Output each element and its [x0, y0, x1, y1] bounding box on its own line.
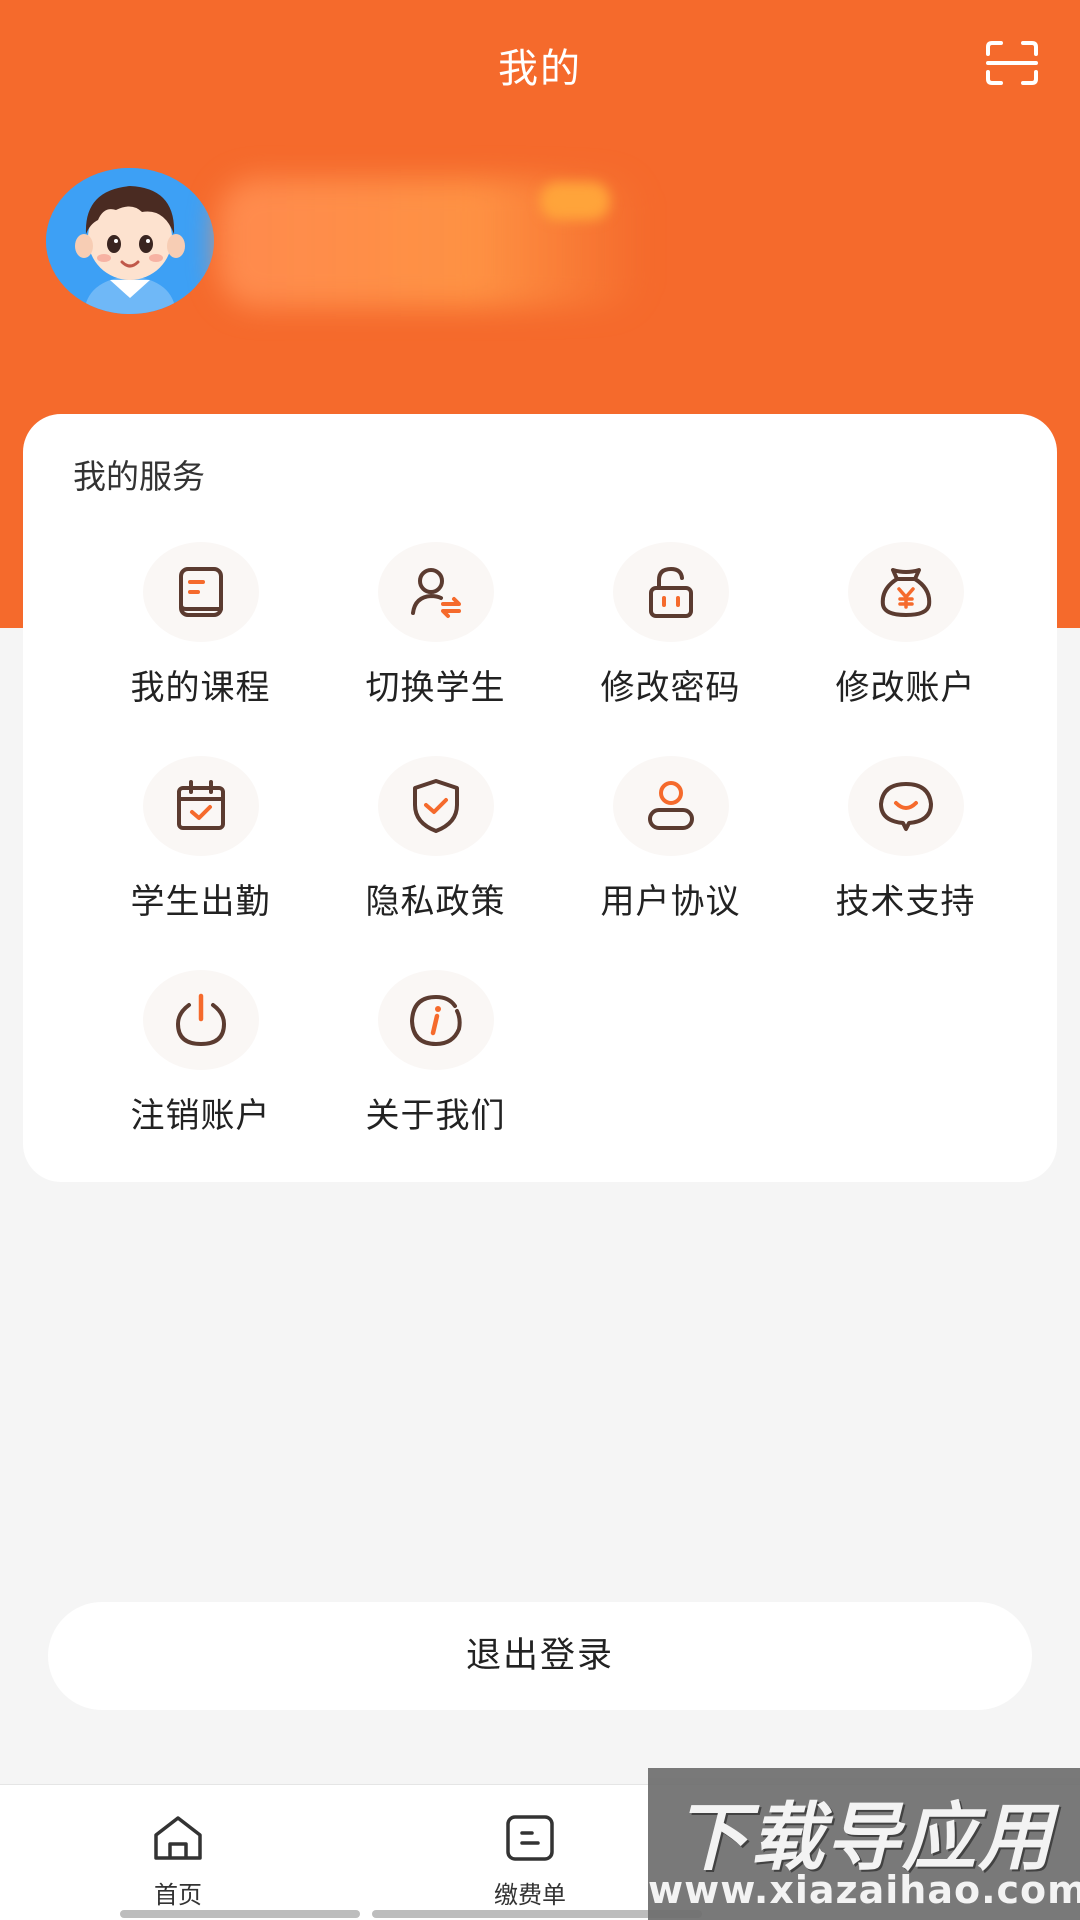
service-about-us[interactable]: 关于我们 [318, 970, 553, 1184]
bill-icon [502, 1813, 558, 1863]
unlock-icon [612, 542, 729, 642]
power-icon [142, 970, 259, 1070]
service-label: 修改账户 [835, 668, 976, 708]
services-section-title: 我的服务 [73, 457, 205, 496]
user-icon [612, 756, 729, 856]
service-cancel-account[interactable]: 注销账户 [83, 970, 318, 1184]
service-label: 修改密码 [600, 668, 741, 708]
gesture-bar-segment [120, 1910, 360, 1918]
service-label: 我的课程 [130, 668, 271, 708]
tab-bill-label: 缴费单 [494, 1881, 566, 1909]
services-grid: 我的课程 切换学生 修改密码 修改账户 学生出勤 隐私政策 用户协议 技术支持 … [83, 542, 1023, 1184]
service-my-courses[interactable]: 我的课程 [83, 542, 318, 756]
service-tech-support[interactable]: 技术支持 [788, 756, 1023, 970]
service-label: 关于我们 [365, 1096, 506, 1136]
tab-bill[interactable]: 缴费单 [440, 1785, 620, 1920]
service-modify-account[interactable]: 修改账户 [788, 542, 1023, 756]
watermark-url: www.xiazaihao.com [648, 1868, 1080, 1912]
watermark: 下载导应用 www.xiazaihao.com [648, 1768, 1080, 1920]
tab-home[interactable]: 首页 [88, 1785, 268, 1920]
service-switch-student[interactable]: 切换学生 [318, 542, 553, 756]
tab-home-label: 首页 [154, 1881, 202, 1909]
money-bag-icon [847, 542, 964, 642]
service-label: 学生出勤 [130, 882, 271, 922]
service-label: 隐私政策 [365, 882, 506, 922]
profile-page: 我的 我的服务 我的课程 切换学生 修改密码 修改账户 学生出勤 隐私政策 用户… [0, 0, 1080, 1920]
page-title: 我的 [498, 46, 582, 92]
shield-check-icon [377, 756, 494, 856]
info-icon [377, 970, 494, 1070]
scan-icon[interactable] [985, 40, 1039, 86]
switch-user-icon [377, 542, 494, 642]
calendar-check-icon [142, 756, 259, 856]
service-change-password[interactable]: 修改密码 [553, 542, 788, 756]
logout-button[interactable]: 退出登录 [48, 1602, 1032, 1710]
user-tag-obscured [540, 182, 610, 220]
home-icon [150, 1813, 206, 1863]
services-card: 我的服务 我的课程 切换学生 修改密码 修改账户 学生出勤 隐私政策 用户协议 … [23, 414, 1057, 1182]
chat-smile-icon [847, 756, 964, 856]
service-label: 注销账户 [130, 1096, 271, 1136]
book-icon [142, 542, 259, 642]
avatar[interactable] [46, 168, 214, 314]
service-user-agreement[interactable]: 用户协议 [553, 756, 788, 970]
service-privacy-policy[interactable]: 隐私政策 [318, 756, 553, 970]
service-label: 技术支持 [835, 882, 976, 922]
service-student-attendance[interactable]: 学生出勤 [83, 756, 318, 970]
service-label: 用户协议 [600, 882, 741, 922]
service-label: 切换学生 [365, 668, 506, 708]
